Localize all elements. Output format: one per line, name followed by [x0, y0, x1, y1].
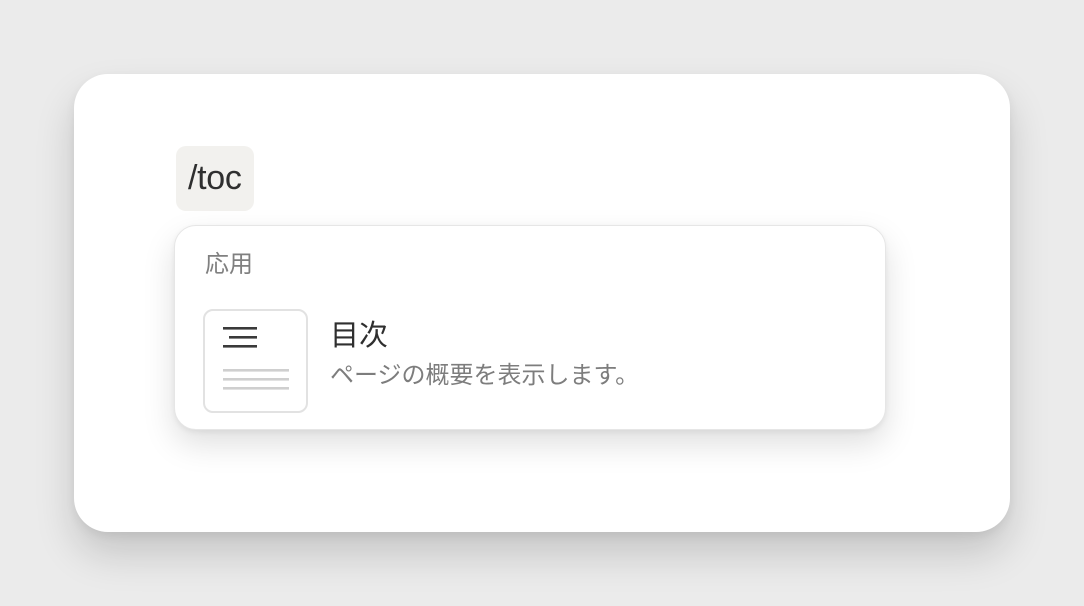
menu-item-title: 目次	[330, 318, 389, 352]
menu-section-label: 応用	[205, 250, 253, 278]
editor-card: /toc 応用 目次 ページの概要を表示します。	[74, 74, 1010, 532]
toc-heading-line-1	[223, 327, 257, 330]
table-of-contents-icon	[203, 309, 308, 413]
toc-body-line-3	[223, 387, 289, 390]
menu-item-table-of-contents[interactable]: 目次 ページの概要を表示します。	[195, 304, 867, 414]
slash-command-text[interactable]: /toc	[176, 146, 254, 211]
slash-command-menu: 応用 目次 ページの概要を表示します。	[174, 225, 886, 430]
toc-heading-line-3	[223, 345, 257, 348]
toc-body-line-2	[223, 378, 289, 381]
menu-item-description: ページの概要を表示します。	[330, 361, 640, 389]
toc-heading-line-2	[229, 336, 257, 339]
toc-lines-graphic	[223, 327, 289, 390]
toc-body-line-1	[223, 369, 289, 372]
